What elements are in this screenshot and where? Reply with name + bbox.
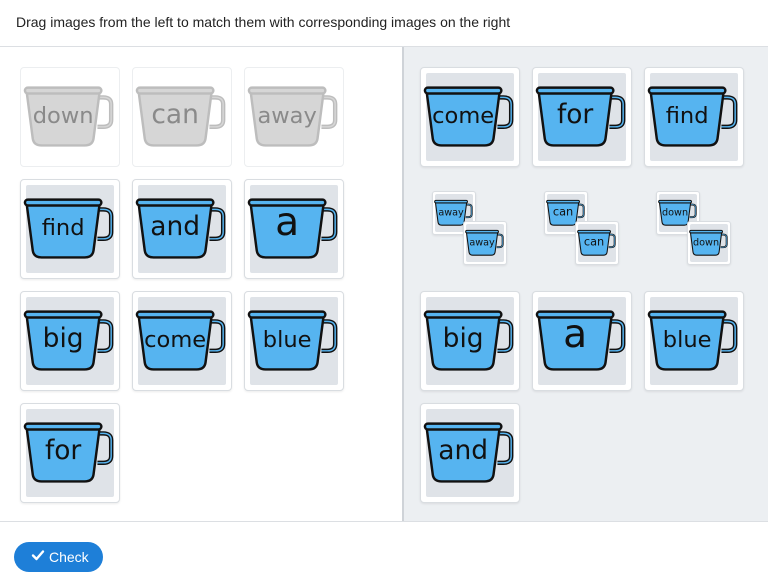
source-card[interactable]: big [20,291,120,391]
mug-image: down [23,86,114,147]
mug-image: a [247,198,338,259]
mug-rim [689,229,723,234]
mug-image: away [247,86,338,147]
mug-image: big [423,310,514,371]
mug-rim [135,198,215,207]
mug-rim [135,310,215,319]
mug-image: come [423,86,514,147]
source-card[interactable]: blue [244,291,344,391]
instruction-bar: Drag images from the left to match them … [0,0,768,47]
mug-word: find [42,215,85,241]
mug-word: away [438,208,464,219]
mug-rim [423,422,503,431]
check-button[interactable]: Check [14,542,103,572]
mug-word: and [150,211,200,242]
target-card[interactable]: and [420,403,520,503]
mug-word: come [144,327,206,353]
mug-image: and [135,198,226,259]
mug-word: down [33,103,94,129]
mug-word: come [432,103,494,129]
mug-word: blue [263,327,312,353]
mug-image: come [135,310,226,371]
source-card[interactable]: find [20,179,120,279]
mug-image: blue [647,310,738,371]
matched-target-card: down [687,221,731,265]
mug-image: find [647,86,738,147]
mug-image: for [23,422,114,483]
checkmark-icon [31,550,45,561]
source-card[interactable]: a [244,179,344,279]
mug-rim [546,199,580,204]
mug-rim [658,199,692,204]
mug-word: can [151,99,199,130]
mug-rim [647,86,727,95]
footer-bar: Check [0,521,768,573]
mug-word: can [553,205,573,219]
mug-rim [135,86,215,95]
mug-image: big [23,310,114,371]
mug-image: for [535,86,626,147]
instruction-text: Drag images from the left to match them … [16,14,511,30]
mug-rim [647,310,727,319]
mug-word: blue [663,327,712,353]
source-card[interactable]: can [132,67,232,167]
mug-image: and [423,422,514,483]
mug-word: find [666,103,709,129]
mug-image: away [465,229,504,256]
mug-image: blue [247,310,338,371]
matched-target-card: away [463,221,507,265]
mug-image: can [135,86,226,147]
mug-rim [23,422,103,431]
source-card[interactable]: come [132,291,232,391]
mug-rim [23,86,103,95]
mug-image: can [577,229,616,256]
mug-image: find [23,198,114,259]
mug-rim [434,199,468,204]
target-card[interactable]: for [532,67,632,167]
mug-word: away [257,103,316,129]
mug-word: big [443,323,484,354]
target-card[interactable]: find [644,67,744,167]
mug-rim [423,310,503,319]
mug-word: big [43,323,84,354]
source-pane: down can away find and a big come blue f… [0,47,402,521]
check-button-label: Check [49,549,89,565]
mug-rim [247,310,327,319]
mug-word: down [662,208,688,219]
source-card[interactable]: down [20,67,120,167]
target-card[interactable]: a [532,291,632,391]
target-card[interactable]: blue [644,291,744,391]
mug-rim [23,310,103,319]
source-card[interactable]: away [244,67,344,167]
mug-word: and [438,435,488,466]
mug-word: a [275,200,299,245]
mug-word: for [45,435,81,466]
mug-word: can [584,235,604,249]
target-card[interactable]: big [420,291,520,391]
mug-rim [23,198,103,207]
mug-rim [247,86,327,95]
mug-rim [465,229,499,234]
mug-rim [577,229,611,234]
mug-rim [535,86,615,95]
mug-rim [423,86,503,95]
mug-image: a [535,310,626,371]
mug-word: for [557,99,593,130]
mug-word: down [693,238,719,249]
source-card[interactable]: for [20,403,120,503]
source-card[interactable]: and [132,179,232,279]
matched-target-card: can [575,221,619,265]
mug-word: a [563,312,587,357]
target-card[interactable]: come [420,67,520,167]
mug-word: away [469,238,495,249]
mug-image: down [689,229,728,256]
target-pane: come for find away away can can down dow… [404,47,768,521]
